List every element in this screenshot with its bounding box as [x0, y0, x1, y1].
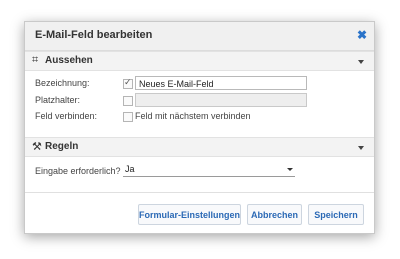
placeholder-checkbox[interactable] — [123, 96, 133, 106]
placeholder-input[interactable] — [135, 93, 307, 107]
section-title-rules: Regeln — [45, 141, 79, 152]
footer-divider — [25, 192, 374, 193]
dialog-title: E-Mail-Feld bearbeiten — [35, 29, 153, 41]
close-icon[interactable]: ✖ — [357, 28, 367, 42]
gavel-icon: ⚒ — [32, 141, 42, 153]
edit-email-field-dialog: E-Mail-Feld bearbeiten ✖ ⌗ Aussehen Beze… — [24, 21, 375, 234]
section-header-rules[interactable]: ⚒ Regeln — [25, 137, 374, 157]
save-button[interactable]: Speichern — [308, 204, 364, 225]
connect-option-label[interactable]: Feld mit nächstem verbinden — [135, 111, 251, 121]
chevron-down-icon — [287, 168, 293, 171]
connect-checkbox[interactable] — [123, 112, 133, 122]
name-label: Bezeichnung: — [35, 78, 90, 88]
required-select-value: Ja — [125, 164, 135, 174]
connect-label: Feld verbinden: — [35, 111, 98, 121]
required-select[interactable]: Ja — [123, 163, 295, 177]
required-label: Eingabe erforderlich? — [35, 166, 121, 176]
dialog-title-bar: E-Mail-Feld bearbeiten ✖ — [25, 22, 374, 51]
placeholder-label: Platzhalter: — [35, 95, 81, 105]
cancel-button[interactable]: Abbrechen — [247, 204, 302, 225]
section-header-appearance[interactable]: ⌗ Aussehen — [25, 51, 374, 71]
name-checkbox[interactable] — [123, 77, 133, 89]
chevron-down-icon — [358, 60, 364, 64]
name-input[interactable]: Neues E-Mail-Feld — [135, 76, 307, 90]
form-settings-button[interactable]: Formular-Einstellungen — [138, 204, 241, 225]
crop-icon: ⌗ — [32, 54, 39, 66]
section-title-appearance: Aussehen — [45, 55, 93, 66]
chevron-down-icon — [358, 146, 364, 150]
